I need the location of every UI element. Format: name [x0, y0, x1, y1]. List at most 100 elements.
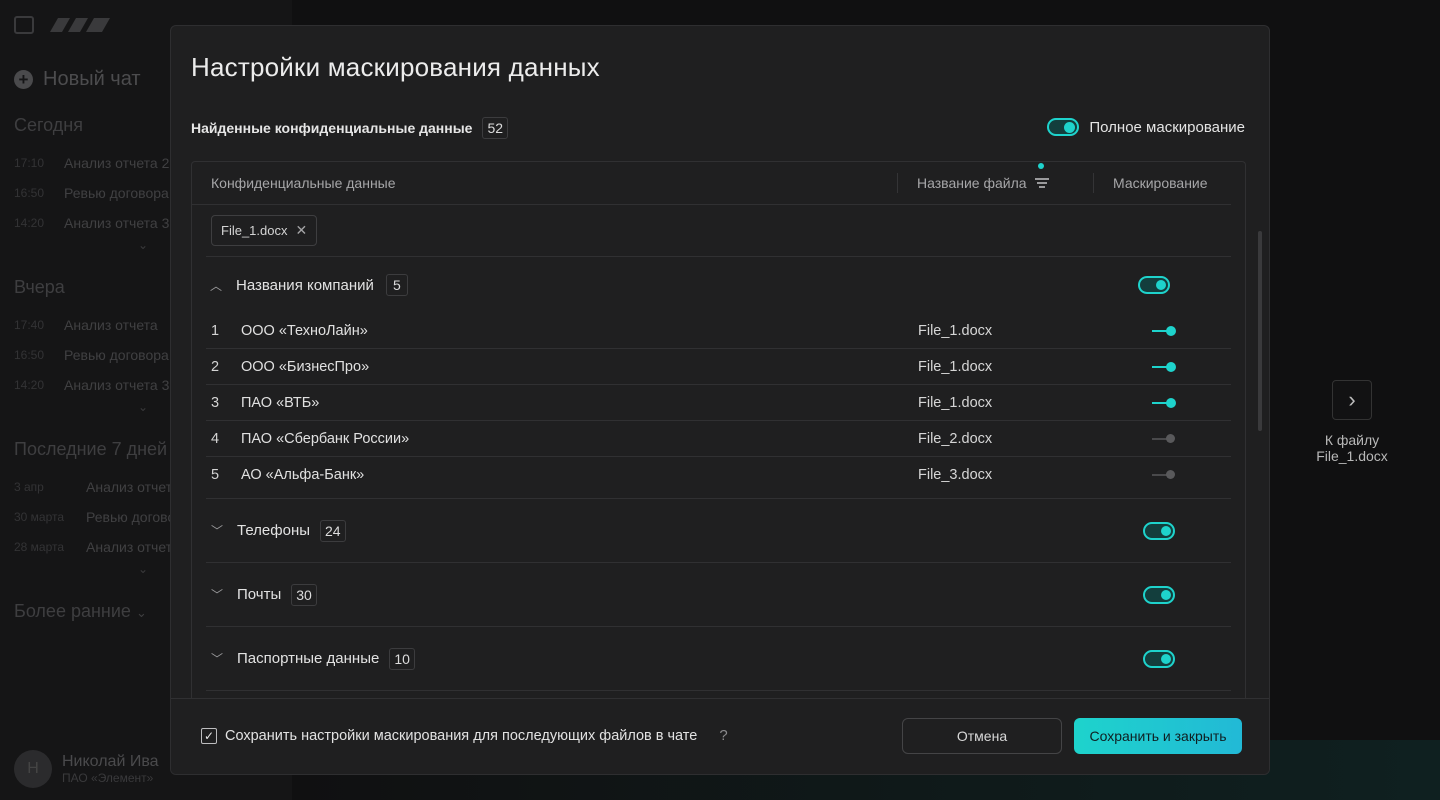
sidebar-chat-item[interactable]: 14:20 Анализ отчета 3: [14, 215, 169, 231]
group-emails[interactable]: ﹀ Почты 30: [206, 563, 1231, 627]
plus-icon: +: [14, 70, 33, 89]
table-row: 2 ООО «БизнесПро» File_1.docx: [206, 349, 1231, 385]
modal-footer: ✓ Сохранить настройки маскирования для п…: [171, 698, 1269, 774]
chevron-down-icon[interactable]: ⌄: [138, 400, 148, 414]
save-settings-checkbox[interactable]: ✓: [201, 727, 217, 744]
new-chat-button[interactable]: + Новый чат: [14, 68, 141, 91]
sidebar-earlier[interactable]: Более ранние ⌄: [14, 601, 147, 622]
check-icon: ✓: [203, 728, 215, 743]
full-masking-toggle[interactable]: [1047, 118, 1080, 136]
chat-label: Анализ отчета 3: [64, 215, 170, 231]
group-passports[interactable]: ﹀ Паспортные данные 10: [206, 627, 1231, 691]
filter-icon[interactable]: [1034, 177, 1049, 189]
chat-time: 17:10: [14, 156, 45, 170]
user-org: ПАО «Элемент»: [62, 771, 154, 785]
user-name: Николай Ива: [62, 753, 159, 770]
chat-time: 30 марта: [14, 510, 65, 524]
row-mask-toggle[interactable]: [1152, 397, 1176, 408]
chat-time: 3 апр: [14, 480, 44, 494]
column-header-file-label: Название файла: [917, 175, 1027, 191]
sidebar-chat-item[interactable]: 14:20 Анализ отчета 3: [14, 377, 169, 393]
row-file-name: File_1.docx: [918, 358, 993, 375]
group-mask-toggle[interactable]: [1143, 585, 1175, 604]
new-chat-label: Новый чат: [43, 68, 141, 90]
filter-chip[interactable]: File_1.docx ✕: [211, 215, 318, 246]
group-mask-toggle[interactable]: [1143, 521, 1175, 540]
sidebar-chat-item[interactable]: 17:40 Анализ отчета: [14, 317, 158, 333]
chat-label: Ревью договора: [64, 185, 169, 201]
sidebar-chat-item[interactable]: 3 апр Анализ отчета: [14, 479, 180, 495]
sidebar-section-title: Вчера: [14, 277, 65, 297]
next-file-label: К файлу File_1.docx: [1300, 432, 1404, 464]
found-data-count: 52: [482, 117, 509, 139]
chevron-down-icon[interactable]: ﹀: [209, 650, 225, 667]
row-data-value: ООО «БизнесПро»: [241, 358, 370, 375]
user-profile[interactable]: Н Николай Ива ПАО «Элемент»: [14, 750, 159, 788]
sidebar-toggle-icon[interactable]: [14, 16, 34, 34]
group-phones[interactable]: ﹀ Телефоны 24: [206, 499, 1231, 563]
chevron-down-icon: ⌄: [135, 605, 147, 620]
row-data-value: ООО «ТехноЛайн»: [241, 322, 368, 339]
chat-label: Анализ отчета: [86, 539, 180, 555]
row-number: 5: [211, 466, 220, 483]
chat-time: 14:20: [14, 378, 45, 392]
row-number: 2: [211, 358, 220, 375]
chevron-down-icon[interactable]: ﹀: [209, 586, 225, 603]
chat-time: 16:50: [14, 348, 45, 362]
row-file-name: File_1.docx: [918, 394, 993, 411]
chat-label: Ревью договора: [64, 347, 169, 363]
app-root: + Новый чат Сегодня 17:10 Анализ отчета 2…: [0, 0, 1440, 800]
next-file-button[interactable]: ›: [1332, 380, 1372, 420]
group-mask-toggle[interactable]: [1143, 649, 1175, 668]
sidebar-chat-item[interactable]: 16:50 Ревью договора: [14, 185, 169, 201]
row-data-value: ПАО «Сбербанк России»: [241, 430, 410, 447]
sidebar-chat-item[interactable]: 16:50 Ревью договора: [14, 347, 169, 363]
close-icon[interactable]: ✕: [295, 222, 307, 239]
filter-chip-label: File_1.docx: [221, 223, 288, 238]
row-file-name: File_3.docx: [918, 466, 993, 483]
chat-time: 16:50: [14, 186, 45, 200]
group-companies: ︿ Названия компаний 5 1 ООО «ТехноЛайн» …: [206, 257, 1231, 499]
group-label: Паспортные данные: [237, 650, 380, 667]
scrollbar[interactable]: [1258, 231, 1262, 431]
cancel-button[interactable]: Отмена: [902, 718, 1062, 754]
chat-label: Анализ отчета 3: [64, 377, 170, 393]
sidebar-chat-item[interactable]: 17:10 Анализ отчета 2: [14, 155, 169, 171]
column-header-mask: Маскирование: [1113, 175, 1208, 191]
group-count: 10: [389, 647, 415, 670]
sidebar-chat-item[interactable]: 28 марта Анализ отчета: [14, 539, 180, 555]
chevron-down-icon[interactable]: ⌄: [138, 562, 148, 576]
chat-time: 17:40: [14, 318, 45, 332]
filter-active-dot: [1038, 163, 1044, 169]
chat-label: Анализ отчета: [86, 479, 180, 495]
row-mask-toggle[interactable]: [1152, 434, 1176, 444]
column-header-file[interactable]: Название файла: [898, 163, 1094, 193]
row-number: 4: [211, 430, 220, 447]
found-data-summary: Найденные конфиденциальные данные 52: [191, 117, 509, 139]
group-mask-toggle[interactable]: [1138, 276, 1170, 294]
active-filters: File_1.docx ✕: [206, 205, 1231, 257]
group-header[interactable]: ︿ Названия компаний 5: [206, 257, 1231, 313]
row-data-value: АО «Альфа-Банк»: [241, 466, 365, 483]
chat-time: 14:20: [14, 216, 45, 230]
sidebar-chat-item[interactable]: 30 марта Ревью договора: [14, 509, 191, 525]
chat-time: 28 марта: [14, 540, 65, 554]
chevron-down-icon[interactable]: ⌄: [138, 238, 148, 252]
row-data-value: ПАО «ВТБ»: [241, 394, 320, 411]
group-label: Почты: [237, 586, 282, 603]
save-settings-checkbox-row[interactable]: ✓ Сохранить настройки маскирования для п…: [201, 727, 728, 744]
chevron-down-icon[interactable]: ﹀: [209, 522, 225, 539]
row-mask-toggle[interactable]: [1152, 325, 1176, 336]
save-and-close-button[interactable]: Сохранить и закрыть: [1074, 718, 1242, 754]
chevron-up-icon[interactable]: ︿: [208, 277, 224, 294]
avatar: Н: [14, 750, 52, 788]
save-settings-label: Сохранить настройки маскирования для пос…: [225, 727, 698, 744]
table-row: 5 АО «Альфа-Банк» File_3.docx: [206, 457, 1231, 492]
row-mask-toggle[interactable]: [1152, 470, 1176, 480]
group-label: Названия компаний: [236, 276, 374, 294]
group-count: 30: [291, 583, 317, 606]
chat-label: Анализ отчета 2: [64, 155, 170, 171]
help-icon[interactable]: ?: [719, 727, 727, 744]
full-masking-control[interactable]: Полное маскирование: [1047, 118, 1245, 136]
row-mask-toggle[interactable]: [1152, 361, 1176, 372]
